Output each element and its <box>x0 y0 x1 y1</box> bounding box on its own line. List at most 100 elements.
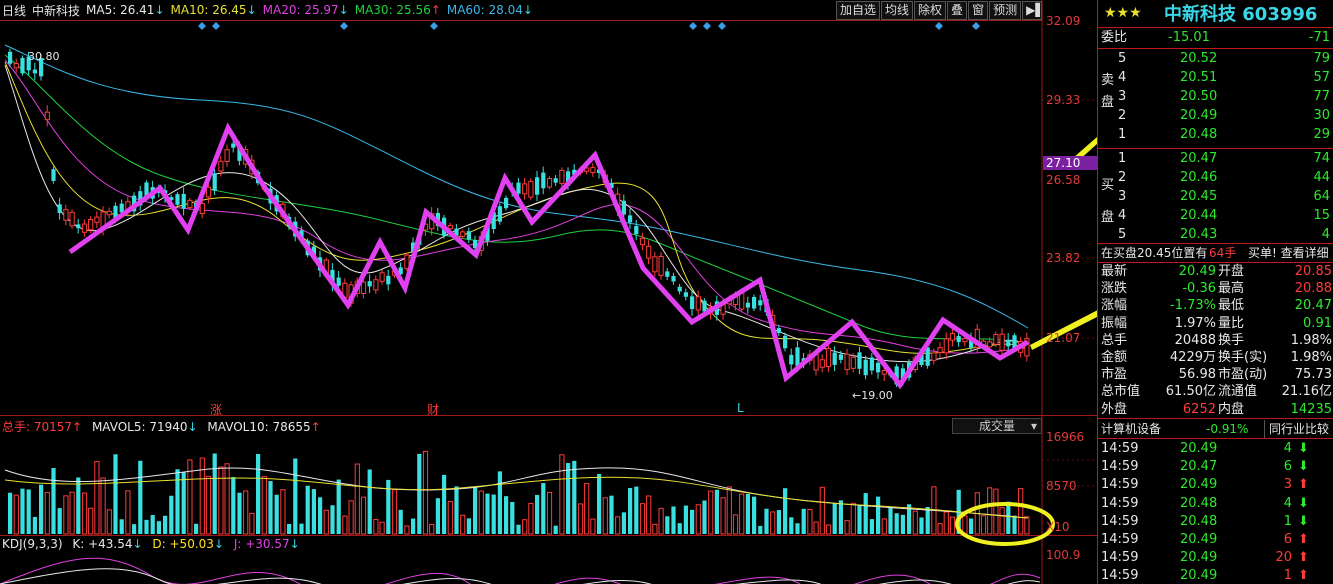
candle-body <box>199 203 205 215</box>
volume-bar <box>832 503 837 534</box>
volume-bars[interactable] <box>8 450 1030 535</box>
rating-stars-icon[interactable]: ★★★ <box>1104 5 1164 21</box>
volume-bar <box>132 524 137 534</box>
tick-row[interactable]: 14:59 20.49 3 ⬆ <box>1098 476 1333 494</box>
stat-row: 振幅 1.97% 量比 0.91 <box>1101 315 1332 331</box>
industry-row[interactable]: 计算机设备 -0.91% 同行业比较 <box>1098 420 1333 438</box>
volume-bar <box>354 463 360 535</box>
volume-ma-lines <box>4 467 1029 519</box>
axis-price-3: 26.58 <box>1046 173 1081 187</box>
trend-zigzag-annotation <box>68 122 1030 390</box>
volume-bar <box>466 518 471 534</box>
volume-bar <box>13 494 19 535</box>
sell-order-row[interactable]: 1 20.48 29 <box>1098 126 1333 144</box>
candle-body <box>783 335 788 349</box>
volume-bar <box>752 496 757 534</box>
volume-bar <box>293 458 298 534</box>
volume-axis-top: 16966 <box>1046 430 1085 444</box>
volume-bar <box>621 512 626 534</box>
tick-row[interactable]: 14:59 20.49 4 ⬇ <box>1098 440 1333 458</box>
industry-compare-button[interactable]: 同行业比较 <box>1264 420 1329 438</box>
volume-bar <box>504 496 509 534</box>
volume-bar <box>404 525 410 535</box>
sell-order-row[interactable]: 4 20.51 57 <box>1098 69 1333 87</box>
tick-row[interactable]: 14:59 20.49 6 ⬆ <box>1098 531 1333 549</box>
event-marker-zhang[interactable]: 涨 <box>210 401 222 418</box>
stat-row: 外盘 6252 内盘 14235 <box>1101 401 1332 417</box>
volume-bar <box>559 454 565 535</box>
kline-chart[interactable] <box>0 0 1097 584</box>
window-button[interactable]: 窗 <box>968 1 989 20</box>
period-label[interactable]: 日线 <box>2 2 26 19</box>
candlesticks[interactable] <box>8 48 1030 388</box>
arrow-down-icon: ⬇ <box>1298 495 1309 511</box>
candle-body <box>44 111 50 121</box>
buy-order-row[interactable]: 1 20.47 74 <box>1098 150 1333 168</box>
big-order-notice[interactable]: 在买盘20.45位置有 64手 买单! 查看详细 <box>1098 244 1333 262</box>
buy-order-row[interactable]: 2 20.46 44 <box>1098 169 1333 187</box>
add-watchlist-button[interactable]: 加自选 <box>836 1 881 20</box>
stat-row: 市盈 56.98 市盈(动) 75.73 <box>1101 367 1332 383</box>
event-marker-cai[interactable]: 财 <box>427 401 439 418</box>
volume-bar <box>857 504 862 534</box>
tick-row[interactable]: 14:59 20.49 1 ⬆ <box>1098 567 1333 584</box>
kdj-j-label: J: +30.57↓ <box>233 537 300 551</box>
ma-settings-button[interactable]: 均线 <box>881 1 914 20</box>
volume-bar <box>218 466 224 535</box>
buy-order-row[interactable]: 4 20.44 15 <box>1098 207 1333 225</box>
ma5-label: MA5: 26.41↓ <box>86 3 165 17</box>
volume-bar <box>658 507 664 535</box>
tick-row[interactable]: 14:59 20.48 1 ⬇ <box>1098 513 1333 531</box>
ex-rights-button[interactable]: 除权 <box>914 1 947 20</box>
volume-bar <box>429 524 435 535</box>
candle-body <box>850 356 856 369</box>
sell-order-row[interactable]: 2 20.49 30 <box>1098 107 1333 125</box>
volume-bar <box>714 489 719 534</box>
volume-bar <box>249 512 255 535</box>
volume-bar <box>305 485 310 534</box>
volume-bar <box>454 486 459 534</box>
candle-body <box>795 347 800 366</box>
overlay-button[interactable]: 叠 <box>947 1 968 20</box>
buy-order-row[interactable]: 5 20.43 4 <box>1098 226 1333 244</box>
tick-row[interactable]: 14:59 20.48 4 ⬇ <box>1098 495 1333 513</box>
forecast-button[interactable]: 预测 <box>989 1 1022 20</box>
volume-bar <box>739 493 745 535</box>
volume-bar <box>261 476 267 535</box>
volume-bar <box>535 494 540 534</box>
volume-bar <box>81 492 88 535</box>
event-diamonds[interactable] <box>198 22 980 30</box>
tick-row[interactable]: 14:59 20.49 20 ⬆ <box>1098 549 1333 567</box>
sell-order-row[interactable]: 5 20.52 79 <box>1098 50 1333 68</box>
candle-body <box>658 255 664 276</box>
volume-bar <box>1024 516 1030 535</box>
collapse-panel-icon[interactable]: ▶▌ <box>1022 1 1045 20</box>
volume-bar <box>876 496 881 534</box>
volume-bar <box>330 505 335 534</box>
candle-body <box>497 206 502 222</box>
candle-body <box>937 347 943 354</box>
volume-bar <box>51 468 56 534</box>
stat-row: 涨幅 -1.73% 最低 20.47 <box>1101 298 1332 314</box>
candle-body <box>553 178 558 183</box>
candle-body <box>528 180 534 198</box>
candle-body <box>386 275 391 285</box>
tick-row[interactable]: 14:59 20.47 6 ⬇ <box>1098 458 1333 476</box>
axis-price-2: 29.33 <box>1046 93 1081 107</box>
buy-order-row[interactable]: 3 20.45 64 <box>1098 188 1333 206</box>
event-marker-l[interactable]: L <box>737 401 744 415</box>
indicator-selector[interactable]: 成交量 ▾ <box>952 418 1042 434</box>
volume-bar <box>32 516 37 534</box>
volume-bar <box>801 508 806 534</box>
volume-bar <box>63 495 69 535</box>
volume-bar <box>8 492 13 534</box>
candle-body <box>999 333 1005 351</box>
candle-body <box>652 256 658 273</box>
volume-bar <box>150 515 155 534</box>
volume-axis-mid: 8570 <box>1046 479 1077 493</box>
candle-body <box>546 177 553 188</box>
sell-order-row[interactable]: 3 20.50 77 <box>1098 88 1333 106</box>
ma10-label: MA10: 26.45↓ <box>170 3 257 17</box>
candle-body <box>813 354 819 371</box>
candle-body <box>466 231 471 240</box>
